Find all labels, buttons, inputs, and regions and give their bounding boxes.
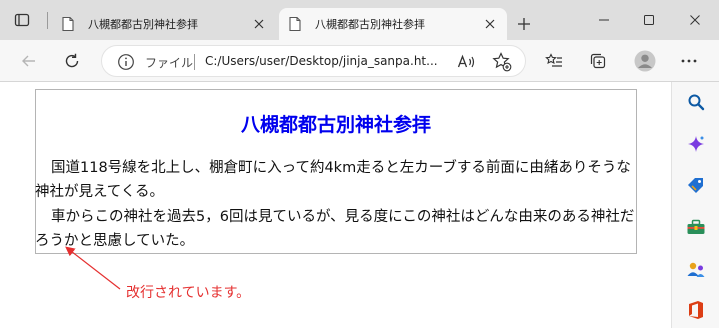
refresh-icon bbox=[65, 53, 79, 68]
tab-inactive[interactable]: 八槻都都古別神社参拝 bbox=[52, 8, 276, 40]
star-add-icon bbox=[492, 52, 512, 72]
tab-close-button[interactable] bbox=[246, 12, 272, 36]
tab-strip: 八槻都都古別神社参拝 八槻都都古別神社参拝 bbox=[0, 0, 719, 40]
search-icon bbox=[688, 94, 705, 111]
add-favorite-button[interactable] bbox=[491, 51, 513, 73]
back-button[interactable] bbox=[14, 46, 44, 76]
page-favicon-icon bbox=[62, 16, 74, 32]
collections-button[interactable] bbox=[583, 46, 613, 76]
read-aloud-button[interactable] bbox=[456, 52, 478, 72]
new-tab-button[interactable] bbox=[510, 10, 538, 38]
close-icon bbox=[690, 15, 700, 25]
page-favicon-icon bbox=[289, 16, 301, 32]
tab-close-button[interactable] bbox=[477, 12, 503, 36]
close-window-button[interactable] bbox=[673, 6, 717, 34]
address-bar[interactable]: ファイル C:/Users/user/Desktop/jinja_sanpa.h… bbox=[101, 45, 526, 77]
sidebar-search-button[interactable] bbox=[684, 90, 708, 114]
browser-toolbar: ファイル C:/Users/user/Desktop/jinja_sanpa.h… bbox=[0, 40, 719, 82]
tab-title: 八槻都都古別神社参拝 bbox=[315, 18, 425, 31]
sidebar-games-button[interactable] bbox=[684, 258, 708, 282]
toolbox-icon bbox=[687, 219, 705, 234]
minimize-button[interactable] bbox=[582, 6, 626, 34]
people-icon bbox=[687, 262, 705, 277]
info-icon[interactable] bbox=[117, 53, 135, 71]
sidebar-tools-button[interactable] bbox=[684, 215, 708, 239]
sparkle-icon bbox=[688, 136, 704, 152]
refresh-button[interactable] bbox=[57, 46, 87, 76]
tab-title: 八槻都都古別神社参拝 bbox=[88, 18, 198, 31]
office-icon bbox=[689, 301, 703, 319]
paragraph-1: 国道118号線を北上し、棚倉町に入って約4km走ると左カーブする前面に由緒ありそ… bbox=[35, 160, 631, 200]
collections-icon bbox=[590, 53, 606, 69]
favorites-list-icon bbox=[545, 53, 562, 67]
page-viewport: 八槻都都古別神社参拝 国道118号線を北上し、棚倉町に入って約4km走ると左カー… bbox=[0, 82, 671, 328]
avatar-icon bbox=[634, 50, 656, 72]
more-icon bbox=[681, 59, 697, 63]
url-text[interactable]: C:/Users/user/Desktop/jinja_sanpa.ht... bbox=[205, 54, 438, 68]
read-aloud-icon bbox=[457, 54, 475, 68]
tab-actions-button[interactable] bbox=[8, 8, 36, 32]
favorites-button[interactable] bbox=[539, 46, 569, 76]
close-icon bbox=[254, 19, 264, 29]
profile-button[interactable] bbox=[630, 46, 660, 76]
edge-sidebar bbox=[671, 82, 719, 328]
minimize-icon bbox=[599, 19, 609, 21]
tab-active[interactable]: 八槻都都古別神社参拝 bbox=[279, 8, 507, 40]
close-icon bbox=[485, 19, 495, 29]
article-box: 八槻都都古別神社参拝 国道118号線を北上し、棚倉町に入って約4km走ると左カー… bbox=[35, 89, 637, 254]
arrow-left-icon bbox=[22, 55, 35, 67]
paragraph-2: 車からこの神社を過去5，6回は見ているが、見る度にこの神社はどんな由来のある神社… bbox=[35, 209, 635, 249]
sidebar-copilot-button[interactable] bbox=[684, 132, 708, 156]
maximize-button[interactable] bbox=[627, 6, 671, 34]
settings-menu-button[interactable] bbox=[674, 46, 704, 76]
maximize-icon bbox=[644, 15, 654, 25]
tab-actions-icon bbox=[14, 13, 30, 27]
page-heading: 八槻都都古別神社参拝 bbox=[240, 114, 431, 136]
address-separator bbox=[194, 54, 195, 70]
tag-icon bbox=[688, 178, 703, 193]
plus-icon bbox=[518, 18, 530, 30]
tab-separator bbox=[47, 12, 48, 29]
annotation-text: 改行されています。 bbox=[126, 285, 251, 301]
sidebar-office-button[interactable] bbox=[684, 298, 708, 322]
sidebar-shopping-button[interactable] bbox=[684, 173, 708, 197]
site-info-label[interactable]: ファイル bbox=[145, 54, 193, 71]
